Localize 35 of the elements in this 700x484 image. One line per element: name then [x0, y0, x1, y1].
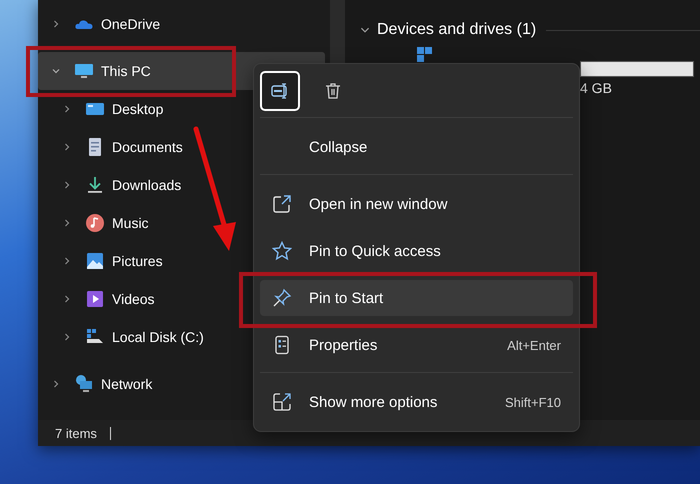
download-arrow-icon	[85, 175, 105, 195]
sidebar-item[interactable]: Desktop	[38, 90, 325, 128]
chevron-right-icon[interactable]	[62, 218, 72, 228]
picture-icon	[85, 251, 105, 271]
chevron-right-icon[interactable]	[51, 19, 61, 29]
trash-icon	[323, 80, 343, 100]
menu-item[interactable]: Show more options Shift+F10	[260, 384, 573, 420]
open-external-icon	[272, 194, 292, 214]
menu-item[interactable]: Pin to Start	[260, 280, 573, 316]
shortcut-text: Alt+Enter	[507, 338, 561, 352]
chevron-down-icon[interactable]	[51, 66, 61, 76]
menu-item[interactable]: Open in new window	[260, 186, 573, 222]
chevron-right-icon[interactable]	[62, 104, 72, 114]
chevron-right-icon[interactable]	[62, 256, 72, 266]
chevron-right-icon[interactable]	[62, 180, 72, 190]
shortcut-text: Shift+F10	[504, 394, 561, 410]
section-heading: Devices and drives (1)	[377, 21, 536, 39]
pin-icon	[272, 288, 292, 308]
menu-item[interactable]: Pin to Quick access	[260, 233, 573, 269]
monitor-icon	[74, 61, 94, 81]
chevron-right-icon[interactable]	[62, 142, 72, 152]
item-count: 7 items	[55, 426, 97, 440]
drive-size-text: 4 GB	[580, 80, 613, 96]
chevron-right-icon[interactable]	[62, 332, 72, 342]
chevron-right-icon[interactable]	[51, 379, 61, 389]
menu-item[interactable]: Properties Alt+Enter	[260, 327, 573, 363]
expand-window-icon	[272, 392, 292, 412]
star-icon	[272, 241, 292, 261]
menu-item[interactable]: Collapse	[260, 129, 573, 165]
video-icon	[85, 289, 105, 309]
rename-button[interactable]	[260, 70, 300, 110]
chevron-right-icon[interactable]	[62, 294, 72, 304]
sidebar-item[interactable]: OneDrive	[38, 5, 325, 43]
network-icon	[74, 374, 94, 394]
music-note-icon	[85, 213, 105, 233]
